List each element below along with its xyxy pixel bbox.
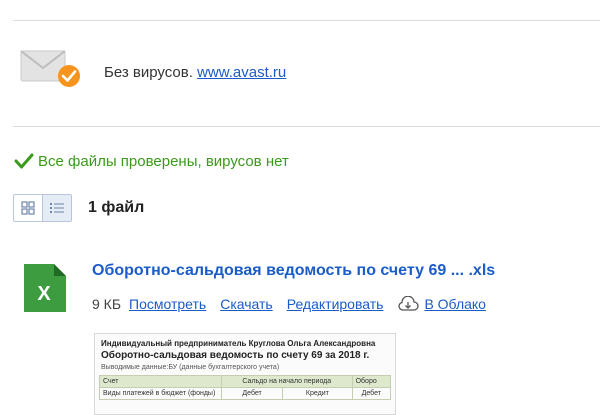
preview-cell: Счет [99,375,222,388]
xls-icon[interactable]: X [22,262,68,314]
edit-link[interactable]: Редактировать [287,296,384,312]
scan-status: Все файлы проверены, вирусов нет [14,150,289,172]
file-size: 9 КБ [92,296,122,312]
list-view-button[interactable] [42,195,71,221]
file-preview-thumbnail[interactable]: Индивидуальный предприниматель Круглова … [94,333,396,415]
file-count: 1 файл [88,199,145,216]
view-toggle [13,194,72,222]
preview-cell: Дебет [351,387,392,400]
list-view-icon [50,203,64,213]
preview-cell: Оборо [351,375,392,388]
grid-view-icon [21,201,35,215]
attachments-header: 1 файл [13,193,144,223]
envelope-check-icon [20,50,80,87]
preview-title: Оборотно-сальдовая ведомость по счету 69… [101,350,370,361]
preview-cell: Сальдо на начало периода [221,375,353,388]
avast-text: Без вирусов. www.avast.ru [104,64,286,81]
section-divider [13,126,600,127]
avast-link[interactable]: www.avast.ru [197,64,286,81]
save-to-cloud-link[interactable]: В Облако [424,296,486,312]
preview-table-header-row: Счет Сальдо на начало периода Оборо [99,375,392,388]
attachment-item: X Оборотно-сальдовая ведомость по счету … [22,262,592,322]
cloud-download-icon[interactable] [397,296,420,312]
checkmark-icon [14,153,34,169]
download-link[interactable]: Скачать [220,296,273,312]
file-name-link[interactable]: Оборотно-сальдовая ведомость по счету 69… [92,262,495,280]
top-divider [13,20,600,21]
preview-cell: Виды платежей в бюджет (фонды) [99,387,222,400]
grid-view-button[interactable] [14,195,42,221]
preview-cell: Дебет [220,387,284,400]
preview-table: Счет Сальдо на начало периода Оборо Виды… [99,375,392,400]
avast-label: Без вирусов. [104,64,193,81]
view-file-link[interactable]: Посмотреть [129,296,206,312]
avast-signature: Без вирусов. www.avast.ru [20,50,580,90]
file-actions: 9 КБ Посмотреть Скачать Редактировать В … [92,296,500,312]
scan-status-text: Все файлы проверены, вирусов нет [38,152,289,170]
preview-subtitle: Выводимые данные:БУ (данные бухгалтерско… [101,364,280,371]
preview-cell: Кредит [282,387,353,400]
preview-table-row: Виды платежей в бюджет (фонды) Дебет Кре… [99,387,392,400]
xls-badge: X [37,283,51,305]
preview-owner: Индивидуальный предприниматель Круглова … [101,339,376,348]
